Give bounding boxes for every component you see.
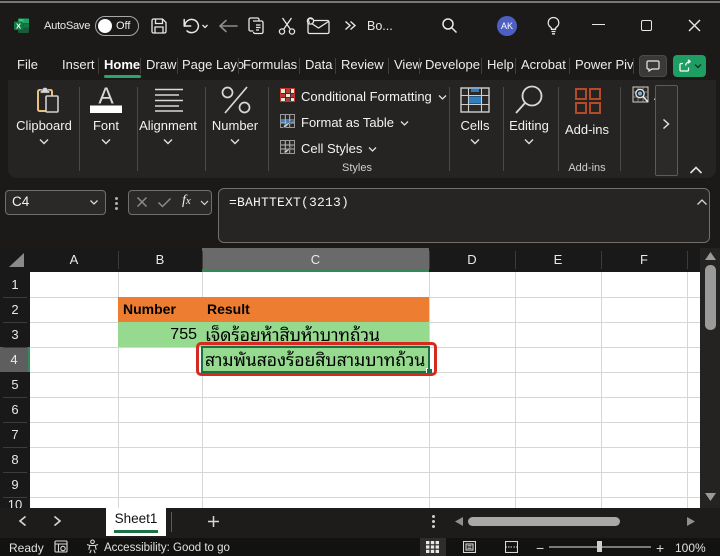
svg-text:A: A [98, 84, 114, 109]
svg-text:X: X [16, 22, 21, 31]
